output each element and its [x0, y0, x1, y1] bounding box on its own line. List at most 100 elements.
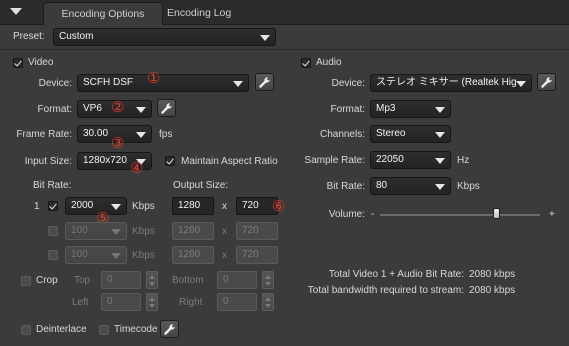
volume-slider-knob[interactable]	[492, 208, 500, 219]
audio-device-select[interactable]: ステレオ ミキサー (Realtek High D	[370, 74, 532, 92]
bitrate-value: 2000	[71, 200, 94, 211]
chevron-down-icon	[435, 184, 445, 190]
output-size-header: Output Size:	[173, 180, 229, 191]
maintain-aspect-label: Maintain Aspect Ratio	[181, 156, 278, 167]
timecode-checkbox[interactable]	[99, 325, 109, 335]
callout-1: ①	[147, 69, 161, 87]
preset-select[interactable]: Custom	[53, 28, 276, 46]
volume-label: Volume:	[328, 209, 365, 220]
crop-left-spinner[interactable]	[146, 293, 158, 311]
bitrate-value: 100	[71, 225, 88, 236]
sample-rate-unit: Hz	[457, 155, 470, 166]
chevron-down-icon	[136, 107, 146, 113]
rate-row-checkbox[interactable]	[48, 250, 58, 260]
audio-bit-rate-label: Bit Rate:	[326, 181, 365, 192]
video-format-value: VP6	[83, 103, 102, 114]
wrench-icon	[164, 324, 175, 335]
video-device-value: SCFH DSF	[83, 77, 133, 88]
crop-top-label: Top	[74, 275, 91, 286]
wrench-icon	[259, 77, 270, 88]
preset-value: Custom	[59, 31, 94, 42]
audio-section-label: Audio	[316, 57, 342, 68]
chevron-down-icon	[111, 229, 121, 235]
rate-row-checkbox[interactable]	[48, 201, 58, 211]
bit-rate-header: Bit Rate:	[33, 180, 72, 191]
crop-right-spinner[interactable]	[262, 293, 274, 311]
video-device-label: Device:	[38, 78, 72, 89]
video-device-select[interactable]: SCFH DSF	[77, 74, 249, 92]
frame-rate-label: Frame Rate:	[16, 129, 72, 140]
chevron-down-icon	[111, 253, 121, 259]
crop-label: Crop	[36, 275, 58, 286]
channels-select[interactable]: Stereo	[370, 125, 451, 143]
size-separator: x	[222, 250, 227, 261]
size-separator: x	[222, 201, 227, 212]
sample-rate-select[interactable]: 22050	[370, 151, 451, 169]
audio-checkbox[interactable]	[301, 58, 311, 68]
video-section-label: Video	[28, 57, 54, 68]
crop-checkbox[interactable]	[21, 276, 31, 286]
audio-format-value: Mp3	[376, 103, 396, 114]
audio-device-settings-button[interactable]	[537, 73, 556, 91]
crop-left-field[interactable]: 0	[101, 293, 141, 311]
volume-slider-track[interactable]	[380, 214, 540, 216]
frame-rate-value: 30.00	[83, 128, 109, 139]
audio-format-label: Format:	[330, 104, 365, 115]
tab-encoding-options[interactable]: Encoding Options	[43, 2, 163, 25]
audio-bit-rate-unit: Kbps	[457, 181, 480, 192]
sample-rate-label: Sample Rate:	[304, 155, 365, 166]
crop-right-label: Right	[179, 297, 203, 308]
audio-device-value: ステレオ ミキサー (Realtek High D	[376, 77, 516, 88]
output-width-field[interactable]: 1280	[172, 246, 214, 264]
preset-label: Preset:	[13, 31, 45, 42]
output-height-field[interactable]: 720	[236, 246, 278, 264]
chevron-down-icon	[260, 35, 270, 41]
bitrate-select[interactable]: 100	[65, 246, 127, 264]
audio-bit-rate-value: 80	[376, 180, 388, 191]
volume-plus: +	[549, 209, 555, 220]
crop-top-field[interactable]: 0	[101, 271, 141, 289]
crop-top-spinner[interactable]	[146, 271, 158, 289]
deinterlace-checkbox[interactable]	[21, 325, 31, 335]
input-size-value: 1280x720	[83, 155, 127, 166]
wrench-icon	[541, 77, 552, 88]
video-checkbox[interactable]	[13, 58, 23, 68]
video-format-label: Format:	[37, 104, 72, 115]
crop-bottom-spinner[interactable]	[262, 271, 274, 289]
callout-6: ⑥	[272, 197, 286, 215]
size-separator: x	[222, 226, 227, 237]
output-width-field[interactable]: 1280	[172, 197, 214, 215]
sample-rate-value: 22050	[376, 154, 404, 165]
input-size-label: Input Size:	[24, 156, 72, 167]
collapse-arrow-icon[interactable]	[10, 8, 22, 15]
bitrate-select[interactable]: 100	[65, 222, 127, 240]
total-bitrate-value: 2080 kbps	[469, 269, 516, 280]
bitrate-unit: Kbps	[132, 226, 155, 237]
channels-label: Channels:	[319, 129, 365, 140]
wrench-icon	[161, 103, 172, 114]
tab-encoding-log[interactable]: Encoding Log	[153, 2, 245, 25]
crop-bottom-field[interactable]: 0	[217, 271, 257, 289]
chevron-down-icon	[516, 81, 526, 87]
bandwidth-label: Total bandwidth required to stream:	[307, 285, 464, 296]
video-format-settings-button[interactable]	[157, 99, 176, 117]
output-height-field[interactable]: 720	[236, 222, 278, 240]
video-device-settings-button[interactable]	[255, 73, 274, 91]
frame-rate-unit: fps	[159, 129, 173, 140]
rate-row-checkbox[interactable]	[48, 226, 58, 236]
maintain-aspect-checkbox[interactable]	[165, 156, 175, 166]
callout-4: ④	[130, 159, 144, 177]
chevron-down-icon	[233, 81, 243, 87]
bitrate-unit: Kbps	[132, 201, 155, 212]
volume-minus: -	[371, 209, 375, 220]
timecode-settings-button[interactable]	[160, 320, 179, 338]
channels-value: Stereo	[376, 128, 406, 139]
audio-bit-rate-select[interactable]: 80	[370, 177, 451, 195]
chevron-down-icon	[136, 132, 146, 138]
audio-format-select[interactable]: Mp3	[370, 100, 451, 118]
chevron-down-icon	[435, 158, 445, 164]
total-bitrate-label: Total Video 1 + Audio Bit Rate:	[328, 269, 464, 280]
crop-right-field[interactable]: 0	[217, 293, 257, 311]
output-width-field[interactable]: 1280	[172, 222, 214, 240]
bitrate-unit: Kbps	[132, 250, 155, 261]
